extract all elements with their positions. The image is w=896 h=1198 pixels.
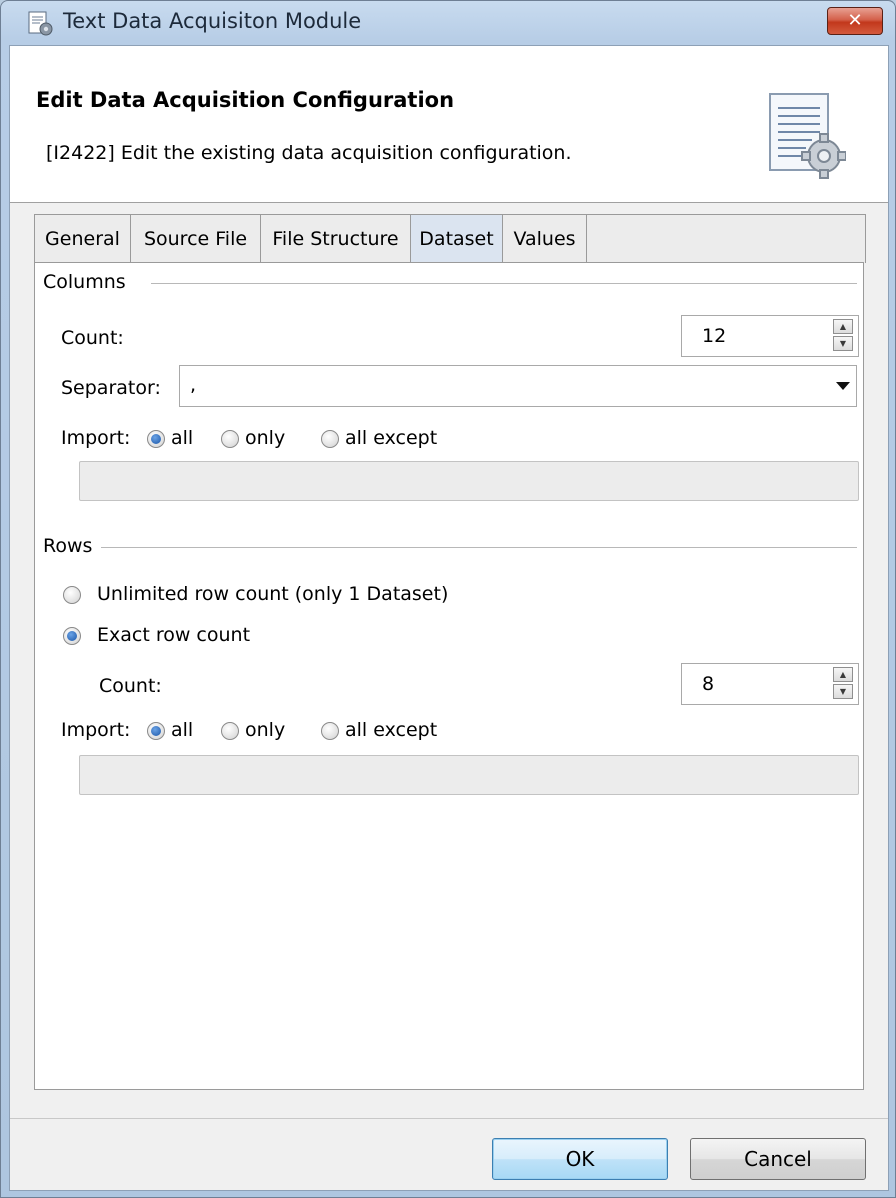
rows-count-value: 8 xyxy=(702,673,715,695)
header-description: [I2422] Edit the existing data acquisiti… xyxy=(46,142,572,164)
tab-values[interactable]: Values xyxy=(503,215,587,263)
rows-count-spinner[interactable]: 8 ▲ ▼ xyxy=(681,663,859,705)
document-gear-icon xyxy=(28,11,53,36)
columns-import-all-except-label: all except xyxy=(345,427,438,449)
rows-exact-label: Exact row count xyxy=(97,624,251,646)
columns-import-only-radio[interactable] xyxy=(221,430,239,448)
spin-down-icon[interactable]: ▼ xyxy=(833,336,853,351)
separator-value: , xyxy=(190,374,197,396)
columns-import-all-label: all xyxy=(171,427,194,449)
rows-import-all-radio[interactable] xyxy=(147,722,165,740)
columns-import-label: Import: xyxy=(61,427,131,449)
tab-file-structure[interactable]: File Structure xyxy=(261,215,411,263)
rows-unlimited-label: Unlimited row count (only 1 Dataset) xyxy=(97,583,449,605)
columns-count-value: 12 xyxy=(702,325,727,347)
rows-exact-radio[interactable] xyxy=(63,627,81,645)
spin-up-icon[interactable]: ▲ xyxy=(833,319,853,334)
group-divider xyxy=(151,283,857,284)
separator-combo[interactable]: , xyxy=(179,365,857,407)
dialog-header: Edit Data Acquisition Configuration [I24… xyxy=(10,46,888,203)
columns-group-label: Columns xyxy=(43,271,132,293)
cancel-button[interactable]: Cancel xyxy=(690,1138,866,1180)
footer-divider xyxy=(10,1118,888,1119)
tab-folder: General Source File File Structure Datas… xyxy=(34,214,866,1090)
header-title: Edit Data Acquisition Configuration xyxy=(36,88,455,112)
columns-count-label: Count: xyxy=(61,327,124,349)
rows-import-all-except-radio[interactable] xyxy=(321,722,339,740)
dialog-window: Text Data Acquisiton Module ✕ Edit Data … xyxy=(0,0,896,1198)
tab-dataset[interactable]: Dataset xyxy=(411,215,503,263)
window-title: Text Data Acquisiton Module xyxy=(63,9,362,33)
rows-import-all-except-label: all except xyxy=(345,719,438,741)
title-bar: Text Data Acquisiton Module ✕ xyxy=(1,1,895,45)
close-button[interactable]: ✕ xyxy=(827,7,883,35)
tab-source-file[interactable]: Source File xyxy=(131,215,261,263)
dataset-tab-panel: Columns Count: 12 ▲ ▼ Separator: , Impor… xyxy=(34,262,864,1090)
chevron-down-icon[interactable] xyxy=(836,382,850,390)
rows-group-label: Rows xyxy=(43,535,99,557)
columns-import-list-field[interactable] xyxy=(79,461,859,501)
rows-import-label: Import: xyxy=(61,719,131,741)
spin-up-icon[interactable]: ▲ xyxy=(833,667,853,682)
spin-down-icon[interactable]: ▼ xyxy=(833,684,853,699)
columns-import-all-except-radio[interactable] xyxy=(321,430,339,448)
rows-unlimited-radio[interactable] xyxy=(63,586,81,604)
rows-import-only-radio[interactable] xyxy=(221,722,239,740)
document-gear-icon xyxy=(769,93,846,179)
dialog-content: Edit Data Acquisition Configuration [I24… xyxy=(9,45,889,1191)
columns-count-spinner[interactable]: 12 ▲ ▼ xyxy=(681,315,859,357)
rows-count-label: Count: xyxy=(99,675,162,697)
ok-button[interactable]: OK xyxy=(492,1138,668,1180)
rows-import-all-label: all xyxy=(171,719,194,741)
columns-import-all-radio[interactable] xyxy=(147,430,165,448)
columns-import-only-label: only xyxy=(245,427,286,449)
rows-import-only-label: only xyxy=(245,719,286,741)
tab-general[interactable]: General xyxy=(35,215,131,263)
tab-bar: General Source File File Structure Datas… xyxy=(34,214,866,263)
separator-label: Separator: xyxy=(61,377,161,399)
group-divider xyxy=(101,547,857,548)
rows-import-list-field[interactable] xyxy=(79,755,859,795)
